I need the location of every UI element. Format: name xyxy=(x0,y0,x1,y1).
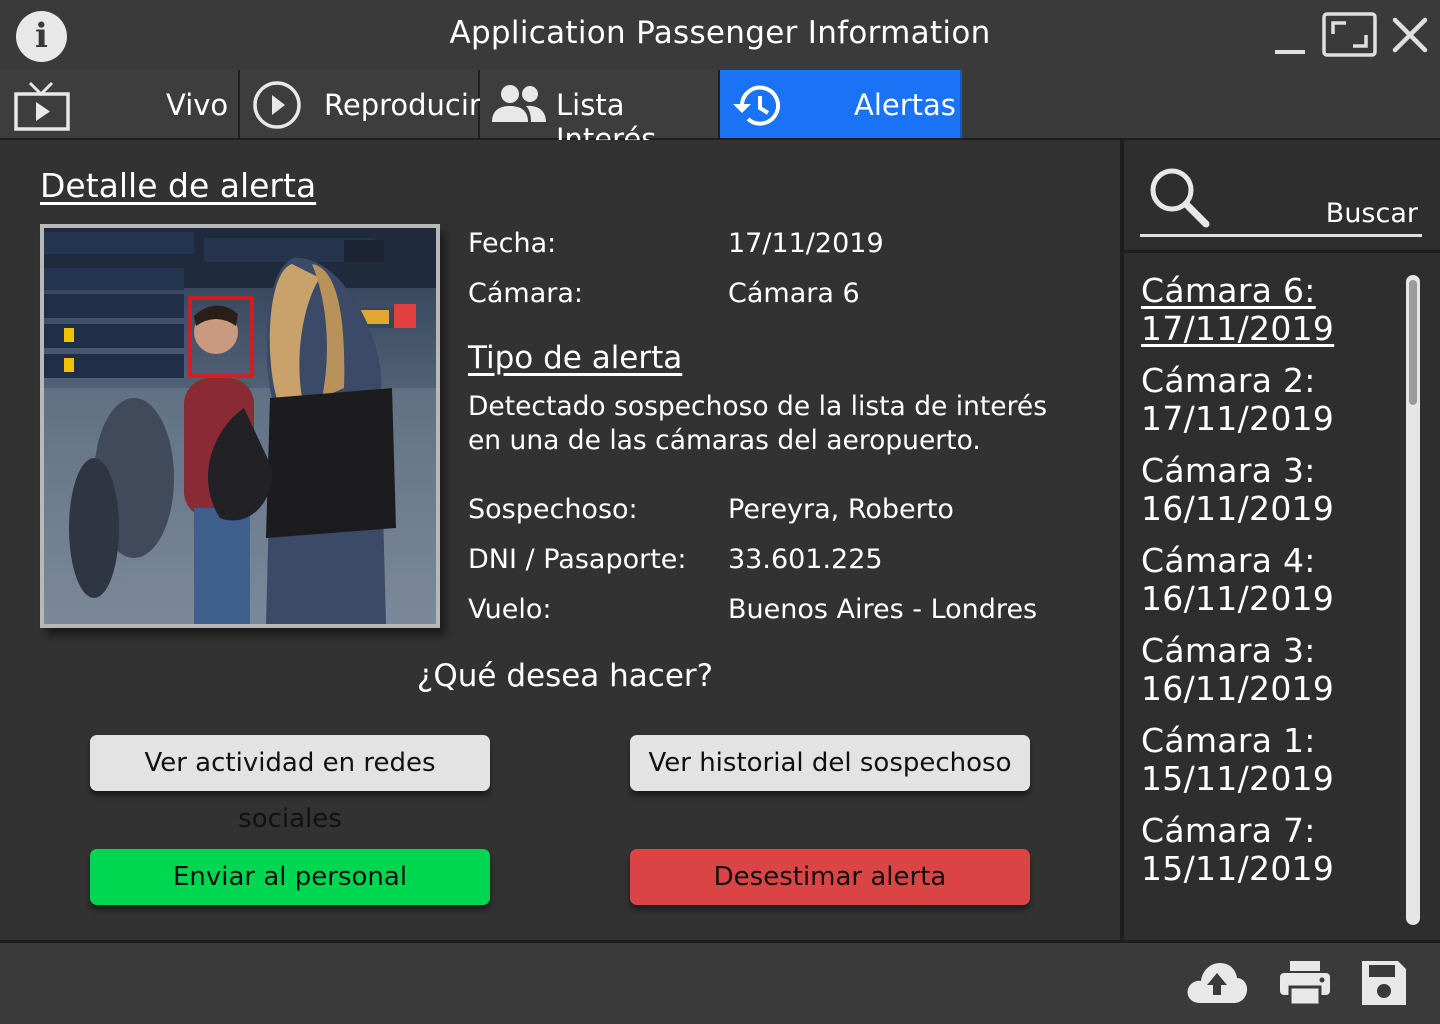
alert-list-item[interactable]: Cámara 6: 17/11/2019 xyxy=(1141,272,1391,348)
alert-camera: Cámara 6: xyxy=(1141,271,1316,310)
send-to-staff-button[interactable]: Enviar al personal xyxy=(90,849,490,905)
play-circle-icon xyxy=(253,81,301,129)
alert-camera: Cámara 2: xyxy=(1141,361,1316,400)
alert-date: 17/11/2019 xyxy=(1141,309,1335,348)
alert-date: 15/11/2019 xyxy=(1141,759,1335,798)
alert-camera: Cámara 4: xyxy=(1141,541,1316,580)
detail-title: Detalle de alerta xyxy=(40,166,317,205)
people-icon xyxy=(492,85,546,122)
sospechoso-label: Sospechoso: xyxy=(468,494,638,525)
fecha-label: Fecha: xyxy=(468,228,557,259)
camera-snapshot[interactable] xyxy=(40,224,440,628)
tab-vivo[interactable]: Vivo xyxy=(0,70,240,138)
tab-label: Reproducir xyxy=(324,88,481,122)
close-icon[interactable] xyxy=(1392,17,1428,53)
dni-label: DNI / Pasaporte: xyxy=(468,544,687,575)
alert-camera: Cámara 3: xyxy=(1141,451,1316,490)
tab-reproducir[interactable]: Reproducir xyxy=(240,70,481,138)
maximize-icon[interactable] xyxy=(1322,12,1377,57)
vuelo-value: Buenos Aires - Londres xyxy=(728,594,1038,625)
tab-label: Vivo xyxy=(166,88,229,122)
scrollbar-thumb[interactable] xyxy=(1409,280,1417,405)
alert-detail-panel: Detalle de alerta Fecha: 17/11/2019 Cáma… xyxy=(0,140,1124,940)
alert-list-item[interactable]: Cámara 7: 15/11/2019 xyxy=(1141,812,1391,888)
alert-list-item[interactable]: Cámara 4: 16/11/2019 xyxy=(1141,542,1391,618)
minimize-icon[interactable] xyxy=(1275,50,1305,54)
tab-alertas[interactable]: Alertas xyxy=(720,70,962,138)
suspect-history-button[interactable]: Ver historial del sospechoso xyxy=(630,735,1030,791)
camara-value: Cámara 6 xyxy=(728,278,860,309)
dismiss-alert-button[interactable]: Desestimar alerta xyxy=(630,849,1030,905)
title-bar: i Application Passenger Information xyxy=(0,0,1440,72)
camara-label: Cámara: xyxy=(468,278,583,309)
app-title: Application Passenger Information xyxy=(449,15,991,51)
dni-value: 33.601.225 xyxy=(728,544,883,575)
search-icon xyxy=(1150,168,1210,228)
alert-date: 15/11/2019 xyxy=(1141,849,1335,888)
social-activity-button[interactable]: Ver actividad en redes sociales xyxy=(90,735,490,834)
alert-list-item[interactable]: Cámara 3: 16/11/2019 xyxy=(1141,632,1391,708)
alert-date: 16/11/2019 xyxy=(1141,669,1335,708)
alert-camera: Cámara 3: xyxy=(1141,631,1316,670)
search-label: Buscar xyxy=(1325,198,1418,229)
action-question: ¿Qué desea hacer? xyxy=(416,658,714,694)
tab-label: Alertas xyxy=(854,88,956,122)
history-icon xyxy=(733,85,780,126)
alert-list-item[interactable]: Cámara 1: 15/11/2019 xyxy=(1141,722,1391,798)
sospechoso-value: Pereyra, Roberto xyxy=(728,494,954,525)
alert-type-title: Tipo de alerta xyxy=(468,340,683,376)
save-icon[interactable] xyxy=(1360,959,1408,1007)
alert-camera: Cámara 1: xyxy=(1141,721,1316,760)
bottom-toolbar xyxy=(0,940,1440,1024)
tab-lista-interes[interactable]: Lista Interés xyxy=(480,70,720,156)
camera-snapshot-image xyxy=(44,228,436,624)
sidebar-divider xyxy=(1124,250,1440,253)
tab-bar: Vivo Reproducir Lista Interés Alertas xyxy=(0,70,1440,156)
search-field[interactable]: Buscar xyxy=(1140,160,1422,237)
alert-camera: Cámara 7: xyxy=(1141,811,1316,850)
alert-type-description: Detectado sospechoso de la lista de inte… xyxy=(468,391,1048,456)
alert-date: 16/11/2019 xyxy=(1141,579,1335,618)
alert-list-item[interactable]: Cámara 3: 16/11/2019 xyxy=(1141,452,1391,528)
fecha-value: 17/11/2019 xyxy=(728,228,884,259)
tv-icon xyxy=(14,81,70,131)
alert-list-item[interactable]: Cámara 2: 17/11/2019 xyxy=(1141,362,1391,438)
vuelo-label: Vuelo: xyxy=(468,594,552,625)
alerts-sidebar: Buscar Cámara 6: 17/11/2019 Cámara 2: 17… xyxy=(1124,140,1440,940)
print-icon[interactable] xyxy=(1278,959,1332,1007)
cloud-upload-icon[interactable] xyxy=(1186,959,1248,1005)
alert-date: 17/11/2019 xyxy=(1141,399,1335,438)
alert-date: 16/11/2019 xyxy=(1141,489,1335,528)
